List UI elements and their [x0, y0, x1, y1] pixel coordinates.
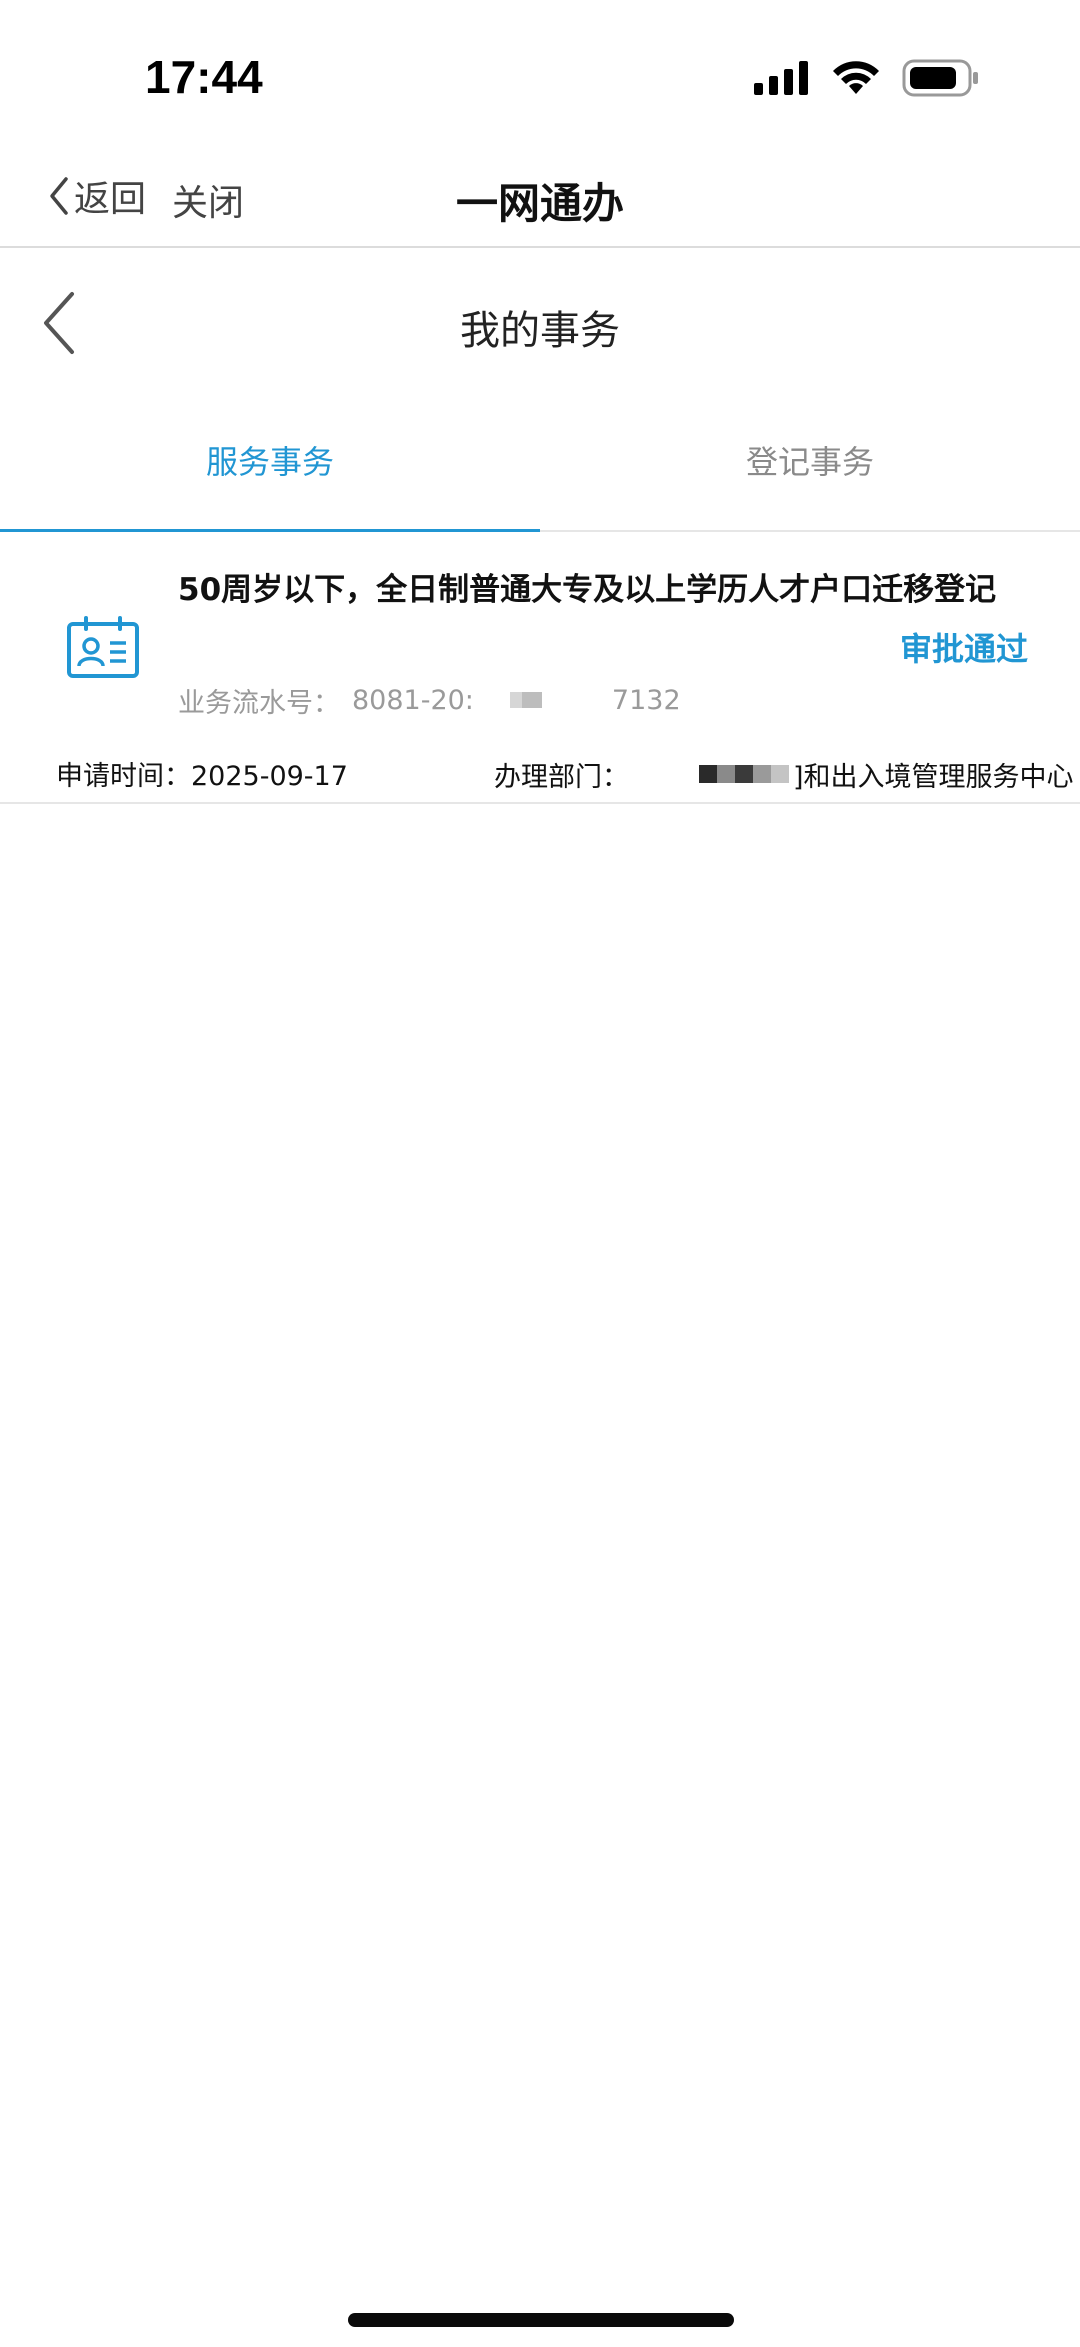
page-header: 我的事务 — [0, 268, 1080, 378]
app-title: 一网通办 — [455, 179, 624, 228]
tab-label: 服务事务 — [205, 443, 334, 481]
status-bar: 17:44 — [0, 0, 1080, 140]
department-row: 办理部门： ]和出入境管理服务中心 — [494, 754, 1074, 794]
navbar: 返回 关闭 一网通办 — [0, 150, 1080, 248]
redaction-mask — [699, 765, 789, 783]
serial-label: 业务流水号： — [178, 687, 340, 719]
home-indicator[interactable] — [348, 2313, 734, 2327]
department-value: ]和出入境管理服务中心 — [793, 761, 1074, 793]
apply-date: 2025-09-17 — [191, 761, 348, 792]
status-time: 17:44 — [145, 51, 263, 103]
serial-suffix: 7132 — [611, 684, 681, 716]
serial-number-row: 业务流水号： 8081-20: 7132 — [178, 680, 681, 720]
redaction-mask — [509, 692, 542, 708]
apply-label: 申请时间： — [56, 761, 191, 792]
id-card-icon — [67, 616, 139, 678]
service-title: 50周岁以下，全日制普通大专及以上学历人才户口迁移登记 — [178, 572, 997, 608]
service-item-card[interactable]: 50周岁以下，全日制普通大专及以上学历人才户口迁移登记 审批通过 业务流水号： … — [0, 532, 1080, 804]
tab-service-affairs[interactable]: 服务事务 — [0, 410, 540, 528]
tab-label: 登记事务 — [745, 443, 874, 481]
department-label: 办理部门： — [494, 761, 629, 793]
tab-bar: 服务事务 登记事务 — [0, 410, 1080, 532]
apply-time-row: 申请时间：2025-09-17 — [56, 754, 348, 794]
serial-prefix: 8081-20: — [352, 684, 474, 716]
cellular-signal-icon — [754, 61, 808, 95]
status-badge: 审批通过 — [899, 630, 1028, 668]
page-title: 我的事务 — [460, 308, 620, 354]
battery-icon — [902, 59, 978, 97]
tab-registration-affairs[interactable]: 登记事务 — [540, 410, 1080, 528]
status-icons — [754, 56, 980, 100]
wifi-icon — [833, 61, 879, 94]
